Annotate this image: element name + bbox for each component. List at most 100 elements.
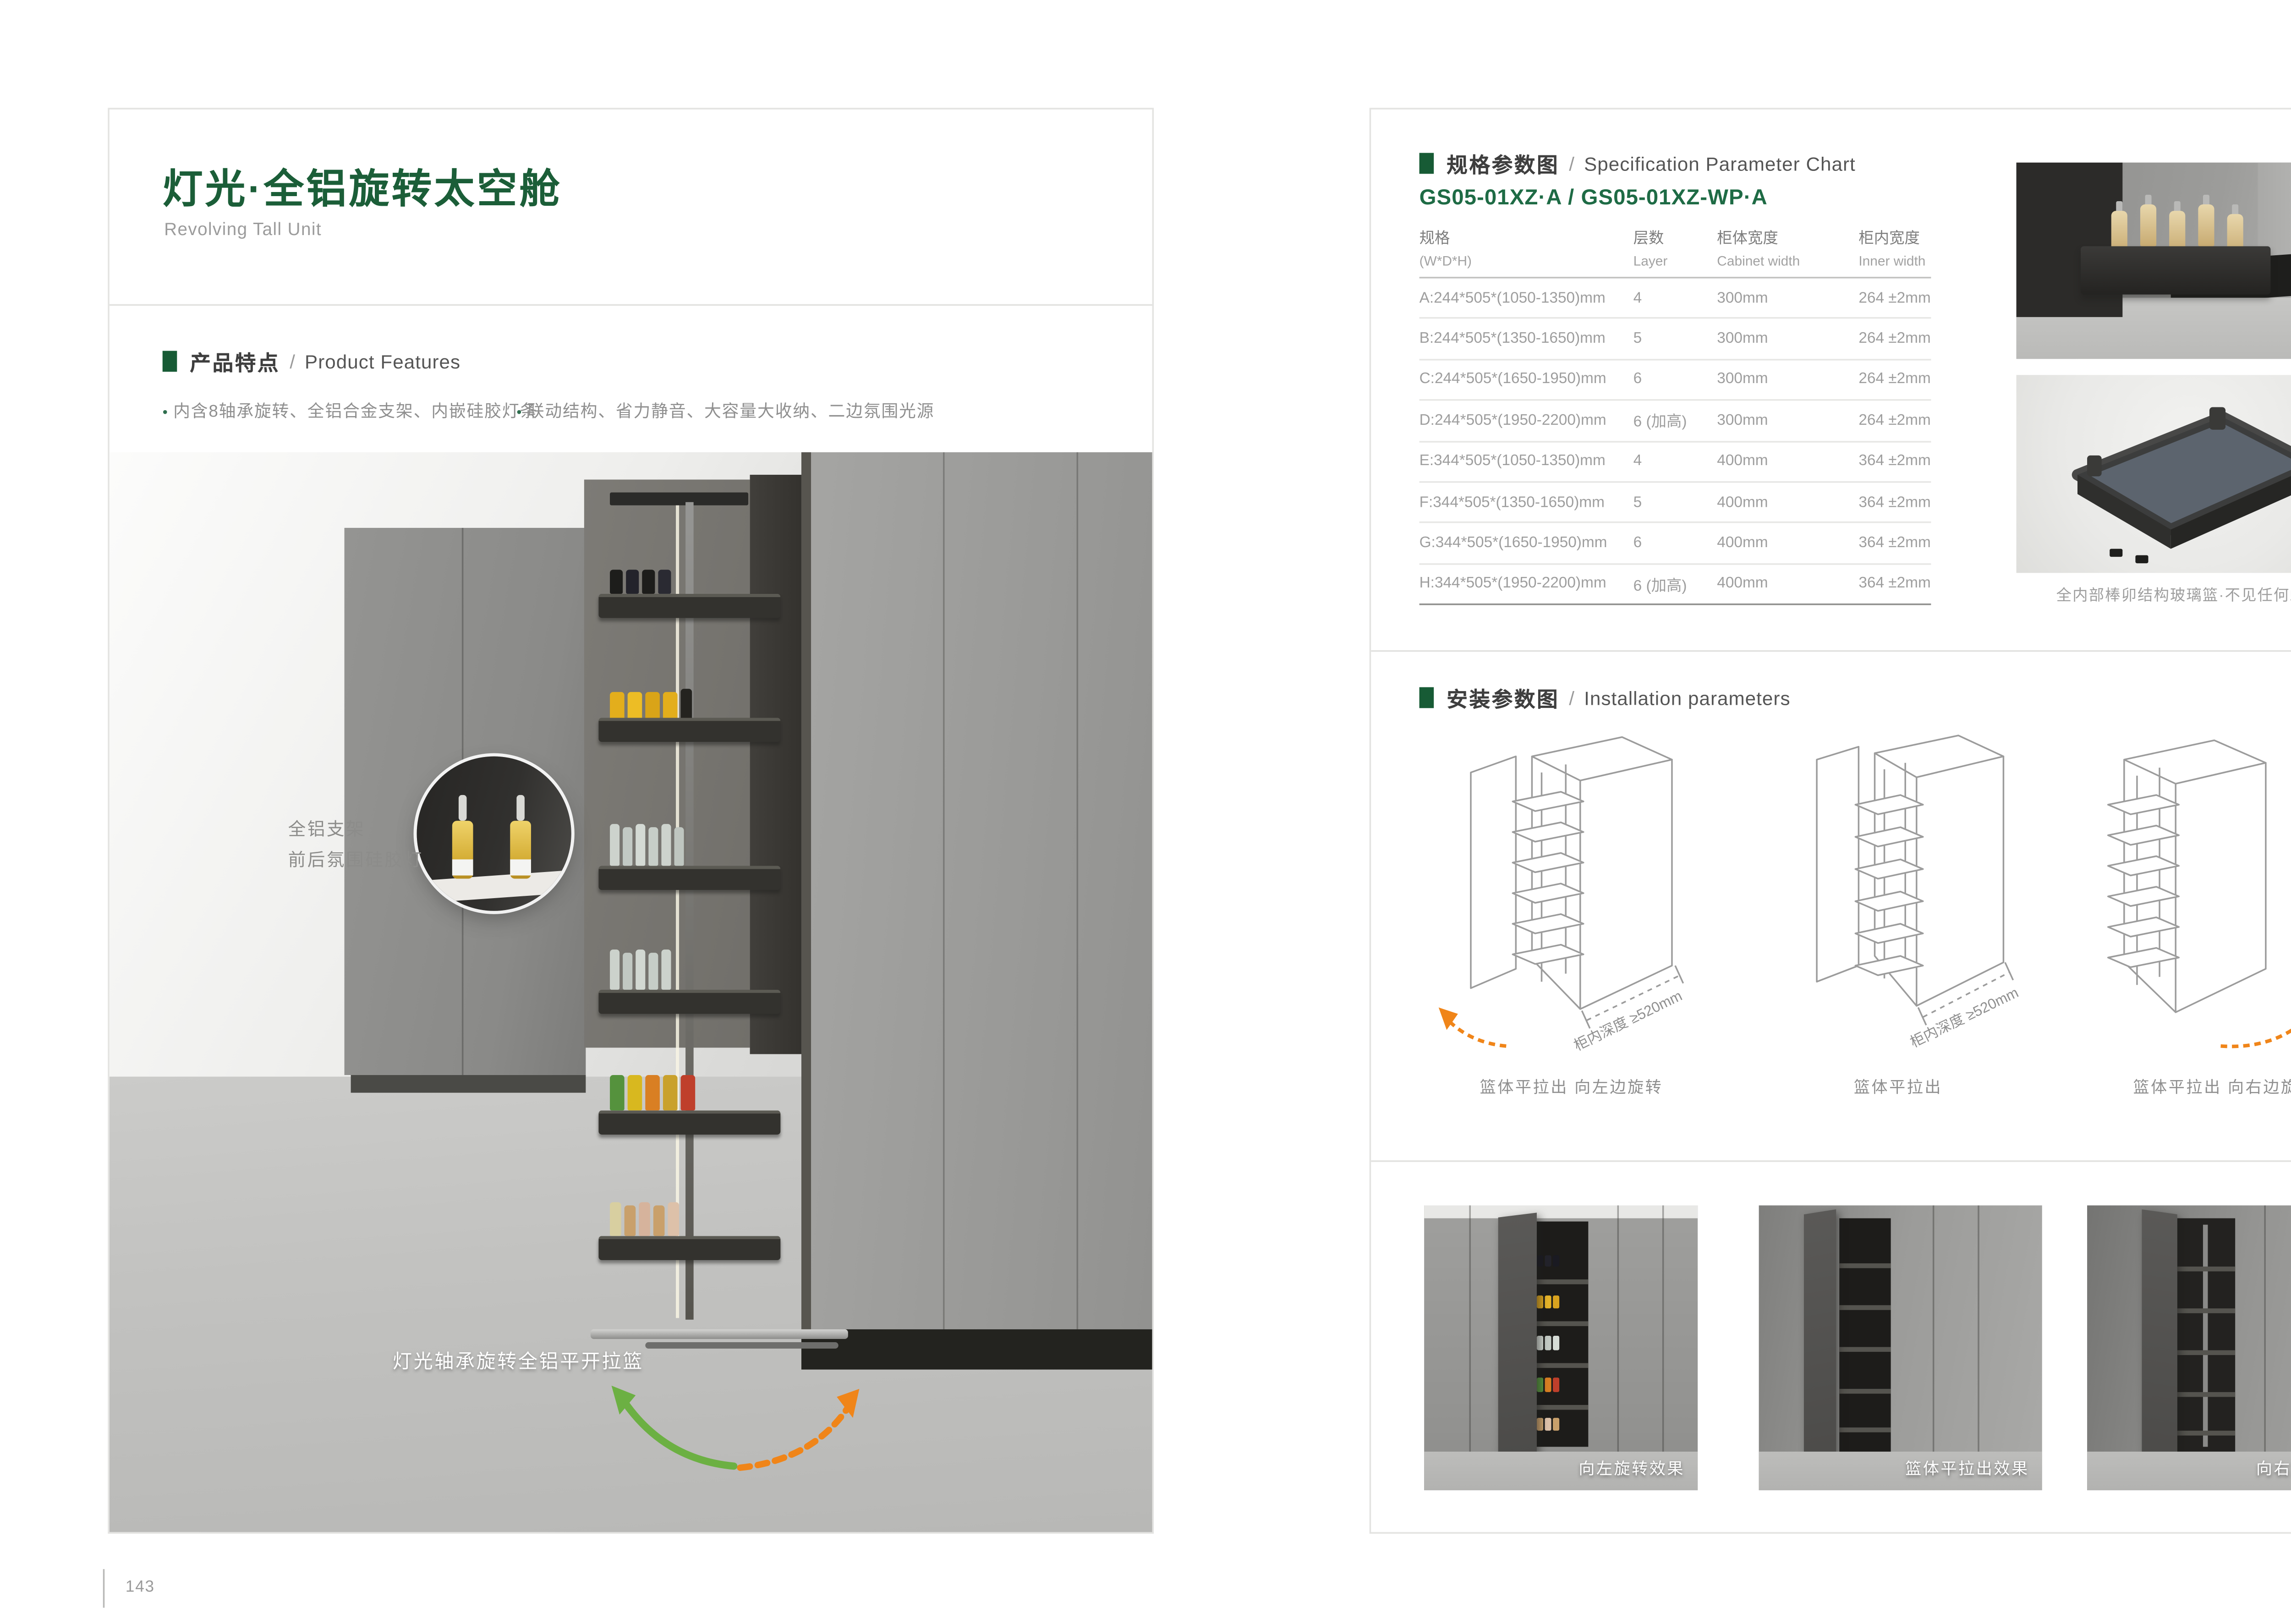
hero-product-photo: 全铝支架 前后氛围硅胶灯 灯光轴承旋转全铝平开拉篮 xyxy=(110,452,1152,1532)
cabinet-door-seam xyxy=(943,452,945,1329)
bottle xyxy=(648,827,658,866)
bottle xyxy=(636,949,645,990)
pullout-basket xyxy=(2081,246,2270,294)
bottom-slide-rail xyxy=(645,1342,838,1349)
bullet-dot: • xyxy=(516,404,522,420)
door-seam xyxy=(1662,1205,1664,1490)
open-door xyxy=(1804,1209,1836,1469)
spec-heading: 规格参数图 / Specification Parameter Chart xyxy=(1420,148,1856,179)
open-door xyxy=(1498,1213,1537,1459)
bottles-row-sake xyxy=(610,1202,679,1236)
can xyxy=(642,570,655,594)
sake-bottle xyxy=(2198,204,2214,246)
callout-line-1: 全铝支架 xyxy=(288,816,423,847)
bottle-label xyxy=(452,859,473,875)
carton xyxy=(628,1075,642,1110)
model-numbers: GS05-01XZ·A / GS05-01XZ-WP·A xyxy=(1420,185,1768,209)
right-page-panel: 规格参数图 / Specification Parameter Chart GS… xyxy=(1370,108,2291,1534)
effect-photo-pull-out: 篮体平拉出效果 xyxy=(1759,1205,2042,1490)
ceiling xyxy=(1424,1205,1698,1218)
spec-heading-zh: 规格参数图 xyxy=(1447,148,1559,179)
rotation-arrows xyxy=(592,1379,874,1479)
bottles-row-cans xyxy=(610,570,671,594)
bottles-row-glass xyxy=(610,824,684,866)
tall-unit-recess xyxy=(1534,1222,1588,1447)
open-door xyxy=(2142,1209,2177,1465)
title-divider xyxy=(110,304,1152,306)
basket-tray xyxy=(598,1236,780,1260)
spec-heading-en: Specification Parameter Chart xyxy=(1584,152,1856,175)
diagram-caption: 篮体平拉出 向右边旋转 xyxy=(2060,1074,2291,1098)
tall-unit-recess xyxy=(1839,1218,1891,1457)
basket-tray xyxy=(598,718,780,742)
bottle xyxy=(610,824,619,866)
sake-bottle xyxy=(2140,204,2156,246)
door-seam xyxy=(1933,1205,1935,1490)
can xyxy=(626,570,639,594)
col-header-cabinet-width: 柜体宽度Cabinet width xyxy=(1717,225,1858,269)
effect-photo-rotate-left: 向左旋转效果 xyxy=(1424,1205,1698,1490)
tall-unit-recess xyxy=(2177,1218,2235,1454)
bottle xyxy=(668,1202,679,1236)
feature-bullet-2-text: 联动结构、省力静音、大容量大收纳、二边氛围光源 xyxy=(527,402,935,422)
green-square-marker xyxy=(163,351,177,372)
bottle-neck xyxy=(516,795,525,821)
table-row: H:344*505*(1950-2200)mm6 (加高)400mm364 ±2… xyxy=(1420,565,1931,605)
tray-illustration xyxy=(2017,375,2291,573)
effect-photo-caption: 向左旋转效果 xyxy=(1578,1455,1685,1479)
heading-separator: / xyxy=(1569,686,1574,709)
page-number-left: 143 xyxy=(126,1579,155,1597)
heading-separator: / xyxy=(290,350,295,373)
bottle xyxy=(610,1202,621,1236)
feature-bullet-1-text: 内含8轴承旋转、全铝合金支架、内嵌硅胶灯条 xyxy=(173,402,537,422)
can xyxy=(663,692,678,721)
spec-table: 规格(W*D*H) 层数Layer 柜体宽度Cabinet width 柜内宽度… xyxy=(1420,225,1931,605)
bottles-row-glass xyxy=(610,949,671,990)
left-page-panel: 灯光·全铝旋转太空舱 Revolving Tall Unit 产品特点 / Pr… xyxy=(108,108,1154,1534)
table-row: A:244*505*(1050-1350)mm4300mm264 ±2mm xyxy=(1420,279,1931,319)
heading-separator: / xyxy=(1569,152,1574,175)
cabinet-door-seam xyxy=(1077,452,1079,1329)
bottle-label xyxy=(510,859,531,875)
bottle xyxy=(661,949,671,990)
table-row: C:244*505*(1650-1950)mm6300mm264 ±2mm xyxy=(1420,360,1931,401)
basket-tray xyxy=(598,866,780,890)
effect-photo-caption: 向右旋转效果 xyxy=(2256,1455,2291,1479)
bottles-row-yellow-cans xyxy=(610,689,692,721)
detail-callout-circle xyxy=(417,757,571,911)
can xyxy=(658,570,671,594)
col-header-layer: 层数Layer xyxy=(1633,225,1717,269)
bottle xyxy=(625,1205,636,1236)
bottle xyxy=(653,1205,665,1236)
bottle xyxy=(623,827,632,866)
page-title: 灯光·全铝旋转太空舱 xyxy=(163,158,562,215)
can xyxy=(628,692,642,721)
features-heading-en: Product Features xyxy=(305,350,460,373)
right-cabinet-toekick xyxy=(801,1329,1152,1370)
green-square-marker xyxy=(1420,687,1434,708)
table-row: G:344*505*(1650-1950)mm6400mm364 ±2mm xyxy=(1420,524,1931,565)
spec-photo-caption: 全内部棒卯结构玻璃篮·不见任何螺丝 xyxy=(2017,582,2291,605)
effect-photo-rotate-right: 向右旋转效果 xyxy=(2087,1205,2291,1490)
right-cabinet-edge-shadow xyxy=(801,452,811,1329)
features-heading-zh: 产品特点 xyxy=(190,346,280,377)
door-seam xyxy=(1617,1205,1619,1490)
revolving-tall-unit xyxy=(597,493,787,1370)
carton xyxy=(663,1075,678,1110)
can xyxy=(610,692,625,721)
bullet-dot: • xyxy=(163,404,169,420)
diagram-caption: 篮体平拉出 xyxy=(1733,1074,2063,1098)
catalog-spread: 灯光·全铝旋转太空舱 Revolving Tall Unit 产品特点 / Pr… xyxy=(0,0,2291,1624)
spec-table-header: 规格(W*D*H) 层数Layer 柜体宽度Cabinet width 柜内宽度… xyxy=(1420,225,1931,279)
carton xyxy=(610,1075,625,1110)
bottles-row-cartons xyxy=(610,1075,695,1110)
install-heading: 安装参数图 / Installation parameters xyxy=(1420,682,1791,713)
bottom-slide-rail xyxy=(591,1329,848,1339)
effect-photo-caption: 篮体平拉出效果 xyxy=(1905,1455,2029,1479)
section-divider xyxy=(1371,1160,2291,1162)
center-pole xyxy=(685,502,694,1320)
col-header-spec: 规格(W*D*H) xyxy=(1420,225,1633,269)
table-row: E:344*505*(1050-1350)mm4400mm364 ±2mm xyxy=(1420,442,1931,483)
spec-photo-basket-in-cabinet xyxy=(2017,163,2291,359)
features-heading: 产品特点 / Product Features xyxy=(163,346,460,377)
